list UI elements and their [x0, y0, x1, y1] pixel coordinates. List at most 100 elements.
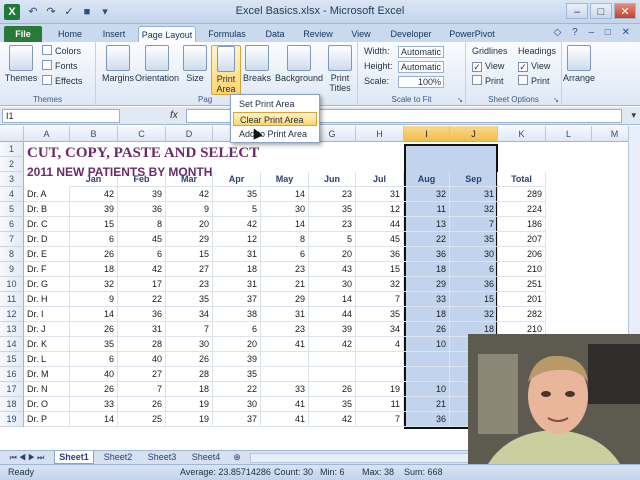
- value-cell[interactable]: 37: [213, 292, 261, 307]
- sheet-tab-sheet2[interactable]: Sheet2: [98, 451, 138, 464]
- tab-file[interactable]: File: [4, 26, 42, 42]
- value-cell[interactable]: 26: [118, 397, 166, 412]
- value-cell[interactable]: 6: [70, 352, 118, 367]
- value-cell[interactable]: 19: [356, 382, 404, 397]
- value-cell[interactable]: 26: [309, 382, 356, 397]
- row-header[interactable]: 19: [0, 412, 24, 427]
- value-cell[interactable]: 33: [70, 397, 118, 412]
- value-cell[interactable]: 23: [309, 187, 356, 202]
- value-cell[interactable]: 31: [450, 187, 498, 202]
- value-cell[interactable]: 18: [213, 262, 261, 277]
- value-cell[interactable]: 26: [70, 322, 118, 337]
- value-cell[interactable]: 7: [356, 412, 404, 427]
- value-cell[interactable]: 23: [166, 277, 213, 292]
- column-header[interactable]: M: [592, 126, 628, 142]
- value-cell[interactable]: 11: [404, 202, 450, 217]
- month-header[interactable]: Sep: [450, 172, 498, 187]
- sheet-nav-icons[interactable]: ⏮◀▶⏭: [4, 451, 52, 464]
- value-cell[interactable]: 27: [166, 262, 213, 277]
- month-header[interactable]: Apr: [213, 172, 261, 187]
- row-header[interactable]: 10: [0, 277, 24, 292]
- value-cell[interactable]: 19: [166, 397, 213, 412]
- value-cell[interactable]: 30: [213, 397, 261, 412]
- value-cell[interactable]: [309, 352, 356, 367]
- row-header[interactable]: 6: [0, 217, 24, 232]
- print-titles-button[interactable]: Print Titles: [324, 45, 356, 93]
- value-cell[interactable]: 32: [356, 277, 404, 292]
- value-cell[interactable]: 10: [404, 337, 450, 352]
- row-header[interactable]: 7: [0, 232, 24, 247]
- value-cell[interactable]: 21: [404, 397, 450, 412]
- value-cell[interactable]: 22: [404, 232, 450, 247]
- arrange-button[interactable]: Arrange: [562, 45, 596, 83]
- value-cell[interactable]: 6: [450, 262, 498, 277]
- value-cell[interactable]: 22: [118, 292, 166, 307]
- menu-item-set-print-area[interactable]: Set Print Area: [233, 97, 317, 111]
- value-cell[interactable]: 8: [118, 217, 166, 232]
- insert-sheet-icon[interactable]: ⊕: [230, 451, 244, 464]
- value-cell[interactable]: 26: [166, 352, 213, 367]
- tab-data[interactable]: Data: [258, 26, 292, 42]
- column-header[interactable]: L: [546, 126, 592, 142]
- doctor-name-cell[interactable]: Dr. E: [24, 247, 70, 262]
- row-header[interactable]: 13: [0, 322, 24, 337]
- column-header[interactable]: H: [356, 126, 404, 142]
- doctor-name-cell[interactable]: Dr. D: [24, 232, 70, 247]
- value-cell[interactable]: 7: [356, 292, 404, 307]
- value-cell[interactable]: 10: [404, 382, 450, 397]
- value-cell[interactable]: [309, 367, 356, 382]
- dialog-launcher-icon[interactable]: ↘: [553, 96, 559, 104]
- value-cell[interactable]: 29: [261, 292, 309, 307]
- value-cell[interactable]: 35: [309, 397, 356, 412]
- value-cell[interactable]: 25: [118, 412, 166, 427]
- size-button[interactable]: Size: [182, 45, 208, 83]
- value-cell[interactable]: 32: [404, 187, 450, 202]
- value-cell[interactable]: 18: [404, 262, 450, 277]
- value-cell[interactable]: 31: [213, 277, 261, 292]
- doctor-name-cell[interactable]: Dr. K: [24, 337, 70, 352]
- value-cell[interactable]: 35: [356, 307, 404, 322]
- value-cell[interactable]: 14: [70, 412, 118, 427]
- sheet-tab-sheet3[interactable]: Sheet3: [142, 451, 182, 464]
- value-cell[interactable]: 20: [309, 247, 356, 262]
- tab-view[interactable]: View: [344, 26, 378, 42]
- tab-home[interactable]: Home: [50, 26, 90, 42]
- value-cell[interactable]: 28: [166, 367, 213, 382]
- height-select[interactable]: Automatic: [398, 60, 444, 73]
- value-cell[interactable]: 37: [213, 412, 261, 427]
- value-cell[interactable]: [356, 352, 404, 367]
- month-header[interactable]: May: [261, 172, 309, 187]
- fx-icon[interactable]: fx: [170, 110, 178, 121]
- value-cell[interactable]: 27: [118, 367, 166, 382]
- value-cell[interactable]: 5: [213, 202, 261, 217]
- row-header[interactable]: 16: [0, 367, 24, 382]
- value-cell[interactable]: 36: [118, 202, 166, 217]
- tab-developer[interactable]: Developer: [384, 26, 438, 42]
- value-cell[interactable]: 9: [166, 202, 213, 217]
- total-cell[interactable]: 251: [498, 277, 546, 292]
- value-cell[interactable]: 35: [213, 367, 261, 382]
- value-cell[interactable]: 14: [309, 292, 356, 307]
- value-cell[interactable]: 8: [261, 232, 309, 247]
- headings-view-checkbox[interactable]: ✓ View: [518, 60, 550, 73]
- select-all-corner[interactable]: [0, 126, 24, 142]
- background-button[interactable]: Background: [274, 45, 324, 83]
- column-header[interactable]: C: [118, 126, 166, 142]
- value-cell[interactable]: 39: [70, 202, 118, 217]
- month-header[interactable]: Aug: [404, 172, 450, 187]
- value-cell[interactable]: 38: [213, 307, 261, 322]
- total-cell[interactable]: 282: [498, 307, 546, 322]
- doctor-name-cell[interactable]: Dr. G: [24, 277, 70, 292]
- value-cell[interactable]: 12: [213, 232, 261, 247]
- column-header[interactable]: A: [24, 126, 70, 142]
- value-cell[interactable]: 6: [261, 247, 309, 262]
- value-cell[interactable]: 45: [118, 232, 166, 247]
- sheet-tab-sheet1[interactable]: Sheet1: [54, 451, 94, 464]
- value-cell[interactable]: 18: [404, 307, 450, 322]
- value-cell[interactable]: 12: [356, 202, 404, 217]
- value-cell[interactable]: 14: [261, 217, 309, 232]
- doctor-name-cell[interactable]: Dr. A: [24, 187, 70, 202]
- value-cell[interactable]: 15: [70, 217, 118, 232]
- value-cell[interactable]: 44: [309, 307, 356, 322]
- value-cell[interactable]: 35: [213, 187, 261, 202]
